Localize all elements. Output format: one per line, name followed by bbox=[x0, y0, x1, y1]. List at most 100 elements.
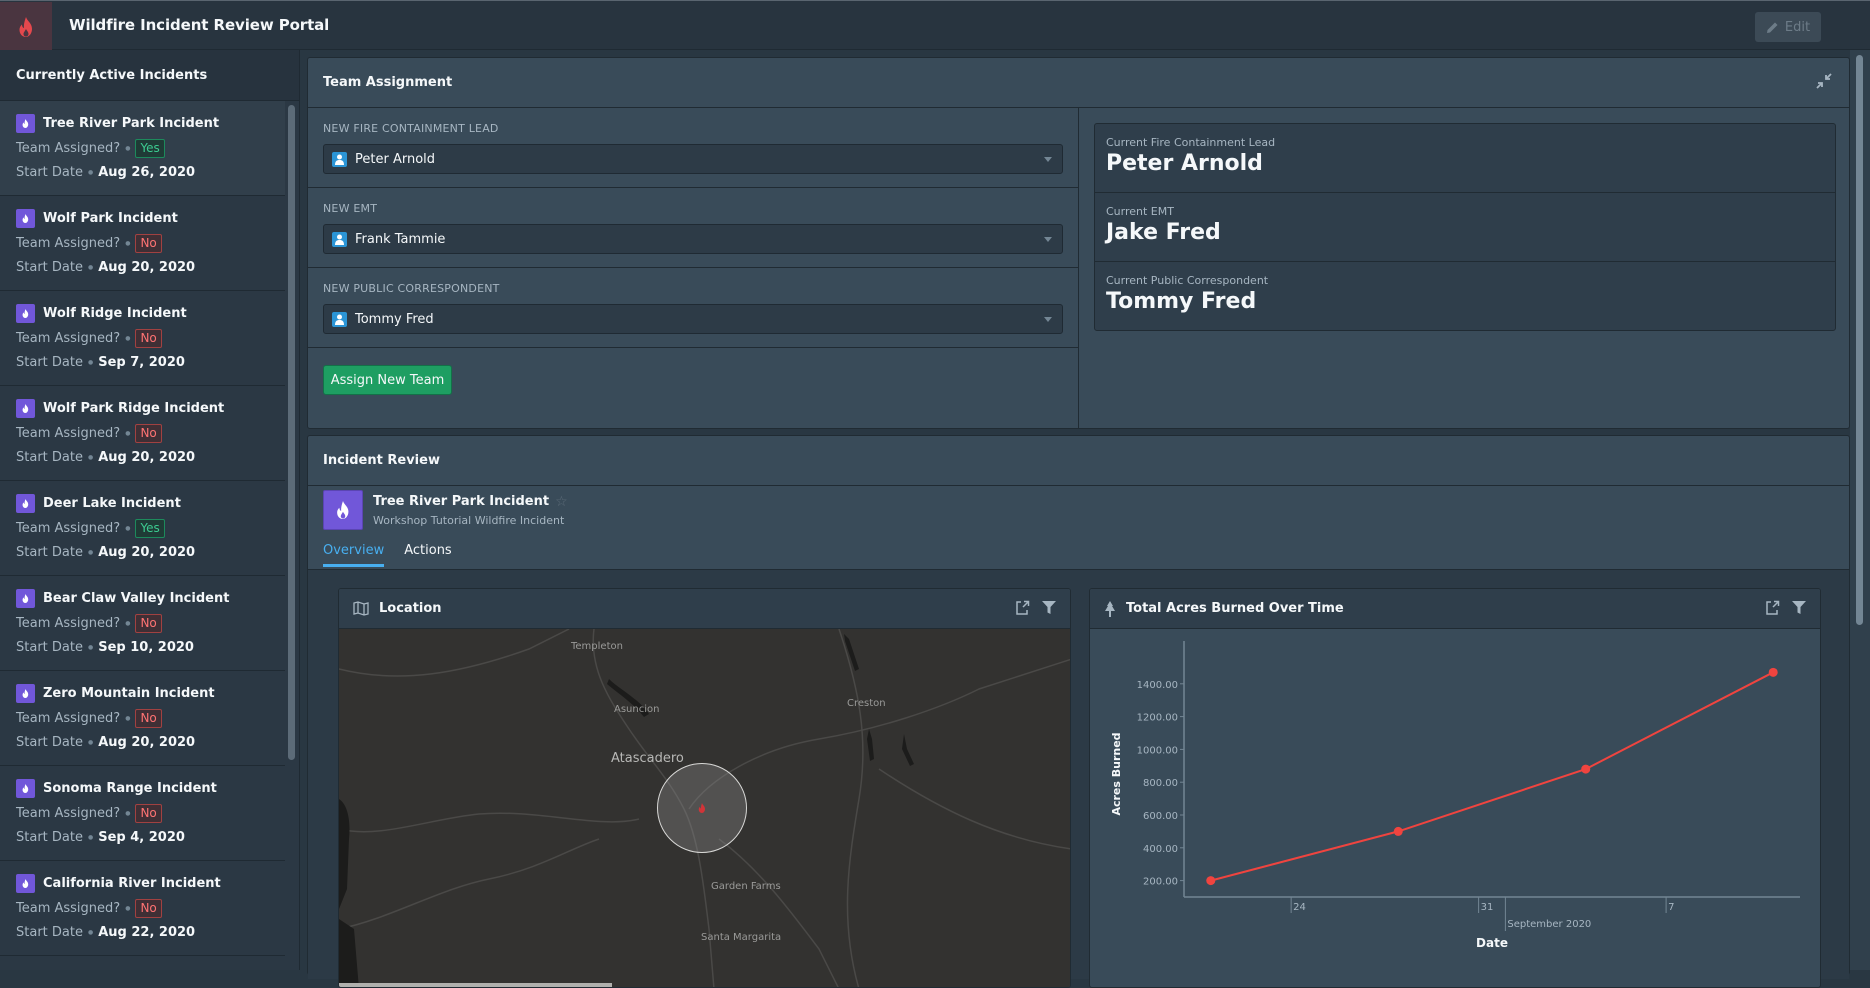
incident-name: Bear Claw Valley Incident bbox=[43, 590, 230, 606]
edit-button[interactable]: Edit bbox=[1755, 12, 1821, 42]
x-tick-label: 24 bbox=[1293, 902, 1306, 913]
fire-icon bbox=[16, 873, 35, 893]
x-tick-label: 7 bbox=[1668, 902, 1674, 913]
team-assigned-badge: No bbox=[135, 898, 162, 918]
team-assigned-label: Team Assigned? bbox=[16, 520, 121, 536]
start-date-label: Start Date bbox=[16, 829, 83, 845]
map-place-label: Templeton bbox=[571, 641, 623, 652]
y-tick-label: 600.00 bbox=[1143, 811, 1178, 822]
start-date-value: Sep 7, 2020 bbox=[98, 354, 185, 370]
current-correspondent-label: Current Public Correspondent bbox=[1106, 274, 1269, 287]
open-external-icon[interactable] bbox=[1765, 600, 1780, 615]
pencil-icon bbox=[1766, 22, 1778, 33]
fire-icon bbox=[337, 501, 349, 519]
filter-icon[interactable] bbox=[1792, 600, 1806, 615]
data-point[interactable] bbox=[1393, 826, 1403, 836]
separator-dot: ● bbox=[125, 714, 131, 722]
x-tick-label: 31 bbox=[1481, 902, 1494, 913]
emt-select[interactable]: Frank Tammie bbox=[323, 224, 1063, 254]
fire-icon bbox=[16, 493, 35, 513]
map-icon bbox=[353, 601, 369, 616]
team-assigned-badge: Yes bbox=[135, 138, 165, 158]
team-assigned-badge: No bbox=[135, 708, 162, 728]
team-assigned-label: Team Assigned? bbox=[16, 425, 121, 441]
app-logo bbox=[0, 2, 52, 51]
start-date-label: Start Date bbox=[16, 544, 83, 560]
separator-dot: ● bbox=[125, 524, 131, 532]
tab-actions[interactable]: Actions bbox=[404, 541, 452, 567]
incident-name: Tree River Park Incident bbox=[43, 115, 220, 131]
filter-icon[interactable] bbox=[1042, 600, 1056, 615]
map-place-label: Santa Margarita bbox=[701, 932, 782, 943]
team-assigned-badge: No bbox=[135, 613, 162, 633]
star-icon[interactable]: ☆ bbox=[555, 494, 568, 510]
incident-list-item[interactable]: Tree River Park Incident Team Assigned? ● Y… bbox=[0, 101, 285, 196]
sidebar-title: Currently Active Incidents bbox=[0, 50, 299, 101]
current-team-card: Current Fire Containment Lead Peter Arno… bbox=[1094, 123, 1836, 331]
top-bar: Wildfire Incident Review Portal Edit bbox=[0, 0, 1870, 51]
correspondent-label: New Public Correspondent bbox=[323, 282, 500, 295]
fire-marker-icon[interactable] bbox=[697, 801, 707, 815]
acres-burned-chart: 200.00 400.00 600.00 800.00 1000.00 1200.00 14… bbox=[1110, 641, 1800, 950]
incident-type: Workshop Tutorial Wildfire Incident bbox=[373, 513, 565, 527]
incident-list-item[interactable]: Bear Claw Valley Incident Team Assigned? ●… bbox=[0, 576, 285, 671]
incident-name: Sonoma Range Incident bbox=[43, 780, 217, 796]
start-date-label: Start Date bbox=[16, 259, 83, 275]
separator-dot: ● bbox=[125, 334, 131, 342]
app-title: Wildfire Incident Review Portal bbox=[69, 16, 330, 34]
incident-list-item[interactable]: Zero Mountain Incident Team Assigned? ● No S… bbox=[0, 671, 285, 766]
incident-name: Wolf Park Incident bbox=[43, 210, 178, 226]
y-tick-label: 800.00 bbox=[1143, 778, 1178, 789]
series-line bbox=[1210, 671, 1774, 882]
team-assigned-badge: Yes bbox=[135, 518, 165, 538]
open-external-icon[interactable] bbox=[1015, 600, 1030, 615]
incident-list-item[interactable]: Wolf Ridge Incident Team Assigned? ● No Star… bbox=[0, 291, 285, 386]
separator-dot: ● bbox=[87, 168, 94, 176]
separator-dot: ● bbox=[87, 358, 94, 366]
assign-new-team-button[interactable]: Assign New Team bbox=[323, 365, 452, 395]
location-card: Location Templeton Asuncion Atascadero C… bbox=[338, 588, 1071, 988]
start-date-value: Aug 22, 2020 bbox=[98, 924, 196, 940]
start-date-label: Start Date bbox=[16, 639, 83, 655]
team-assigned-label: Team Assigned? bbox=[16, 235, 121, 251]
incident-name: Tree River Park Incident bbox=[373, 494, 550, 509]
incident-list-item[interactable]: Sonoma Range Incident Team Assigned? ● No St… bbox=[0, 766, 285, 861]
correspondent-select[interactable]: Tommy Fred bbox=[323, 304, 1063, 334]
current-fire-lead-value: Peter Arnold bbox=[1106, 151, 1263, 176]
separator-dot: ● bbox=[87, 833, 94, 841]
location-map[interactable]: Templeton Asuncion Atascadero Creston Ga… bbox=[339, 629, 1070, 987]
incident-list-item[interactable]: Wolf Park Incident Team Assigned? ● No Start… bbox=[0, 196, 285, 291]
y-tick-label: 1400.00 bbox=[1137, 680, 1178, 691]
separator-dot: ● bbox=[125, 904, 131, 912]
incident-list-item[interactable]: California River Incident Team Assigned? ●… bbox=[0, 861, 285, 956]
data-point[interactable] bbox=[1206, 876, 1216, 886]
team-assigned-badge: No bbox=[135, 233, 162, 253]
user-icon bbox=[332, 311, 347, 327]
current-fire-lead-label: Current Fire Containment Lead bbox=[1106, 136, 1276, 149]
data-point[interactable] bbox=[1768, 667, 1778, 677]
y-tick-label: 1000.00 bbox=[1137, 745, 1178, 756]
sidebar-scrollbar[interactable] bbox=[288, 105, 295, 760]
separator-dot: ● bbox=[125, 239, 131, 247]
tree-icon bbox=[1105, 600, 1115, 617]
acres-chart-card: Total Acres Burned Over Time 200.00 400.0… bbox=[1089, 588, 1821, 988]
incident-review-title: Incident Review bbox=[323, 453, 440, 468]
current-correspondent: Current Public Correspondent Tommy Fred bbox=[1095, 262, 1835, 331]
minimize-icon[interactable] bbox=[1816, 73, 1832, 89]
incident-list-item[interactable]: Wolf Park Ridge Incident Team Assigned? ● N… bbox=[0, 386, 285, 481]
map-attribution-bar bbox=[339, 983, 612, 987]
data-point[interactable] bbox=[1581, 764, 1591, 774]
team-assignment-panel: Team Assignment New Fire Containment Lea… bbox=[307, 57, 1850, 429]
tab-overview[interactable]: Overview bbox=[323, 541, 385, 567]
main-scrollbar[interactable] bbox=[1856, 55, 1863, 625]
edit-button-label: Edit bbox=[1784, 19, 1811, 35]
user-icon bbox=[332, 151, 347, 167]
fire-lead-select[interactable]: Peter Arnold bbox=[323, 144, 1063, 174]
team-assigned-label: Team Assigned? bbox=[16, 330, 121, 346]
team-assigned-label: Team Assigned? bbox=[16, 710, 121, 726]
chevron-down-icon bbox=[1044, 237, 1052, 242]
correspondent-field-group: New Public Correspondent Tommy Fred bbox=[308, 268, 1078, 348]
separator-dot: ● bbox=[87, 643, 94, 651]
incident-list-item[interactable]: Deer Lake Incident Team Assigned? ● Yes Star… bbox=[0, 481, 285, 576]
location-card-title: Location bbox=[379, 601, 442, 616]
